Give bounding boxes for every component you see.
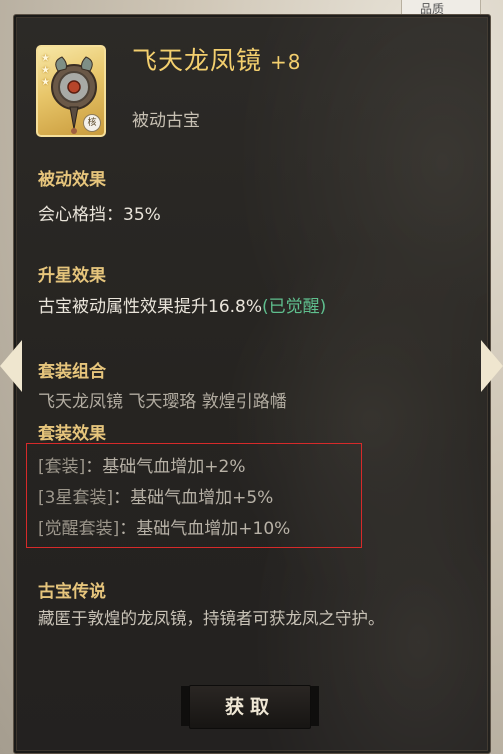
obtain-button[interactable]: 获取 xyxy=(181,685,319,729)
item-level: +8 xyxy=(270,50,302,74)
item-name: 飞天龙凤镜 xyxy=(132,46,263,75)
item-title: 飞天龙凤镜 +8 xyxy=(132,41,302,77)
lore-heading: 古宝传说 xyxy=(38,582,106,602)
obtain-button-label: 获取 xyxy=(224,696,275,718)
star-icon: ★ xyxy=(41,53,50,64)
star-up-heading: 升星效果 xyxy=(38,266,106,286)
lore-text: 藏匿于敦煌的龙凤镜，持镜者可获龙凤之守护。 xyxy=(38,609,385,628)
set-effect-highlight-box xyxy=(26,443,362,548)
button-cap-left xyxy=(181,686,189,726)
passive-heading: 被动效果 xyxy=(38,170,106,190)
set-effect-heading: 套装效果 xyxy=(38,424,106,444)
prev-arrow-icon[interactable] xyxy=(0,340,22,392)
button-cap-right xyxy=(311,686,319,726)
star-icon: ★ xyxy=(41,77,50,88)
grade-badge: 核 xyxy=(83,114,101,132)
set-combo-heading: 套装组合 xyxy=(38,362,106,382)
set-combo-members: 飞天龙凤镜 飞天璎珞 敦煌引路幡 xyxy=(38,392,287,412)
star-rating: ★ ★ ★ xyxy=(41,53,50,88)
star-up-effect: 古宝被动属性效果提升16.8% xyxy=(38,297,263,317)
awakened-status: (已觉醒) xyxy=(262,297,327,317)
item-type: 被动古宝 xyxy=(132,111,200,131)
next-arrow-icon[interactable] xyxy=(481,340,503,392)
item-detail-panel: ★ ★ ★ 核 飞天龙凤镜 +8 被动古宝 被动效果 会心格挡：35% 升星效果 … xyxy=(13,14,491,754)
star-icon: ★ xyxy=(41,65,50,76)
star-up-text: 古宝被动属性效果提升16.8%(已觉醒) xyxy=(38,292,326,317)
treasure-mirror-icon: ★ ★ ★ 核 xyxy=(36,45,106,137)
passive-text: 会心格挡：35% xyxy=(38,205,161,225)
